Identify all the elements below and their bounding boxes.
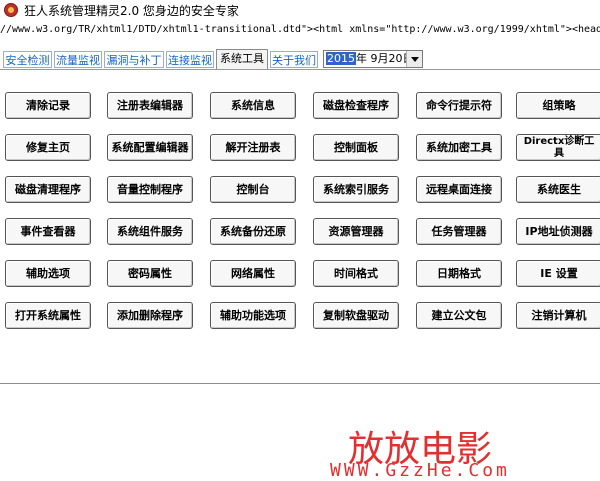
volume-control-button[interactable]: 音量控制程序 <box>107 176 193 203</box>
control-panel-button[interactable]: 控制面板 <box>313 134 399 161</box>
date-picker[interactable]: 2015年 9月20日 <box>323 50 423 68</box>
component-services-button[interactable]: 系统组件服务 <box>107 218 193 245</box>
system-info-button[interactable]: 系统信息 <box>210 92 296 119</box>
backup-restore-button[interactable]: 系统备份还原 <box>210 218 296 245</box>
registry-editor-button[interactable]: 注册表编辑器 <box>107 92 193 119</box>
window-title: 狂人系统管理精灵2.0 您身边的安全专家 <box>24 4 239 18</box>
tab-vulnerability-patch[interactable]: 漏洞与补丁 <box>104 51 164 68</box>
clear-records-button[interactable]: 清除记录 <box>5 92 91 119</box>
system-doctor-button[interactable]: 系统医生 <box>516 176 600 203</box>
directx-diagnostic-button[interactable]: Directx诊断工具 <box>516 134 600 161</box>
tab-bar: 安全检测 流量监视 漏洞与补丁 连接监视 系统工具 关于我们 <box>0 49 600 69</box>
tab-about-us[interactable]: 关于我们 <box>270 51 318 68</box>
event-viewer-button[interactable]: 事件查看器 <box>5 218 91 245</box>
title-bar: 狂人系统管理精灵2.0 您身边的安全专家 <box>0 0 600 22</box>
tab-connection-monitor[interactable]: 连接监视 <box>166 51 214 68</box>
ip-detector-button[interactable]: IP地址侦测器 <box>516 218 600 245</box>
system-config-editor-button[interactable]: 系统配置编辑器 <box>107 134 193 161</box>
system-properties-button[interactable]: 打开系统属性 <box>5 302 91 329</box>
task-manager-button[interactable]: 任务管理器 <box>416 218 502 245</box>
disk-cleanup-button[interactable]: 磁盘清理程序 <box>5 176 91 203</box>
password-properties-button[interactable]: 密码属性 <box>107 260 193 287</box>
ie-settings-button[interactable]: IE 设置 <box>516 260 600 287</box>
copy-floppy-button[interactable]: 复制软盘驱动 <box>313 302 399 329</box>
repair-homepage-button[interactable]: 修复主页 <box>5 134 91 161</box>
add-remove-programs-button[interactable]: 添加删除程序 <box>107 302 193 329</box>
source-text-line: //www.w3.org/TR/xhtml1/DTD/xhtml1-transi… <box>0 21 600 39</box>
date-format-button[interactable]: 日期格式 <box>416 260 502 287</box>
logoff-button[interactable]: 注销计算机 <box>516 302 600 329</box>
disk-check-button[interactable]: 磁盘检查程序 <box>313 92 399 119</box>
time-format-button[interactable]: 时间格式 <box>313 260 399 287</box>
network-properties-button[interactable]: 网络属性 <box>210 260 296 287</box>
console-button[interactable]: 控制台 <box>210 176 296 203</box>
system-encryption-button[interactable]: 系统加密工具 <box>416 134 502 161</box>
group-policy-button[interactable]: 组策略 <box>516 92 600 119</box>
tools-panel: 清除记录 注册表编辑器 系统信息 磁盘检查程序 命令行提示符 组策略 修复主页 … <box>0 69 600 373</box>
create-briefcase-button[interactable]: 建立公文包 <box>416 302 502 329</box>
tab-system-tools[interactable]: 系统工具 <box>216 49 268 69</box>
command-prompt-button[interactable]: 命令行提示符 <box>416 92 502 119</box>
tab-security-check[interactable]: 安全检测 <box>3 51 52 68</box>
accessibility-options-button[interactable]: 辅助选项 <box>5 260 91 287</box>
chevron-down-icon[interactable] <box>406 51 422 67</box>
indexing-service-button[interactable]: 系统索引服务 <box>313 176 399 203</box>
date-month-day: 年 9月20日 <box>356 52 414 65</box>
watermark-url: WWW.GzzHe.Com <box>330 460 510 481</box>
output-pane <box>0 383 600 478</box>
unlock-registry-button[interactable]: 解开注册表 <box>210 134 296 161</box>
tab-traffic-monitor[interactable]: 流量监视 <box>54 51 102 68</box>
explorer-button[interactable]: 资源管理器 <box>313 218 399 245</box>
app-logo-icon <box>4 3 18 17</box>
remote-desktop-button[interactable]: 远程桌面连接 <box>416 176 502 203</box>
accessibility-features-button[interactable]: 辅助功能选项 <box>210 302 296 329</box>
date-year: 2015 <box>326 52 356 65</box>
